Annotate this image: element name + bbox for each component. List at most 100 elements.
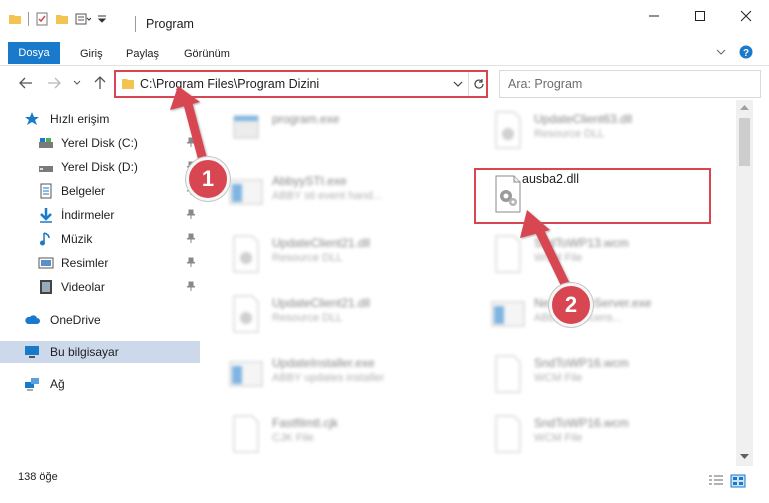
dll-icon [233, 235, 259, 273]
tab-file[interactable]: Dosya [8, 42, 60, 64]
file-type: Resource DLL [272, 312, 343, 324]
close-button[interactable] [723, 0, 769, 32]
sidebar-item-label: Bu bilgisayar [50, 345, 119, 359]
expand-ribbon-icon[interactable] [715, 46, 727, 58]
svg-text:?: ? [743, 48, 749, 59]
dll-icon [495, 111, 521, 149]
pin-icon[interactable] [186, 209, 196, 219]
list-item[interactable]: UpdateClient21.dll Resource DLL [212, 286, 462, 342]
drive-icon [39, 138, 53, 148]
file-name: AbbyySTI.exe [272, 174, 347, 188]
vertical-scrollbar[interactable] [736, 100, 753, 466]
sidebar-item-label: Resimler [61, 256, 109, 270]
scroll-down-icon[interactable] [740, 454, 749, 460]
new-folder-icon[interactable] [55, 12, 69, 26]
details-view-icon[interactable] [708, 474, 724, 488]
list-item[interactable]: AbbyySTI.exe ABBY sti event hand... [212, 164, 462, 220]
list-item[interactable]: UpdateClient21.dll Resource DLL [212, 226, 462, 282]
search-placeholder: Ara: Program [508, 77, 583, 91]
exe-icon [233, 115, 259, 139]
documents-icon [40, 183, 52, 199]
star-icon [25, 112, 39, 125]
sidebar-item-music[interactable]: Müzik [0, 228, 200, 250]
sidebar-item-documents[interactable]: Belgeler [0, 180, 200, 202]
step-callout-2: 2 [549, 283, 593, 327]
file-name: SndToWP16.wcm [534, 416, 629, 430]
file-icon [495, 355, 521, 393]
list-item[interactable]: UpdateClient63.dll Resource DLL [474, 102, 724, 158]
list-item[interactable]: Fastfilmtl.cjk CJK File [212, 406, 462, 462]
drive-icon [39, 166, 53, 172]
address-path[interactable]: C:\Program Files\Program Dizini [140, 77, 319, 91]
file-type: Resource DLL [534, 128, 605, 140]
status-bar: 138 öğe [0, 466, 769, 503]
forward-arrow-icon[interactable] [46, 75, 62, 91]
list-item[interactable]: UpdateInstaller.exe ABBY updates install… [212, 346, 462, 402]
list-item[interactable]: SndToWP16.wcm WCM File [474, 406, 724, 462]
navigation-bar: C:\Program Files\Program Dizini Ara: Pro… [0, 66, 769, 100]
file-type: WCM File [534, 432, 583, 444]
pin-icon[interactable] [186, 233, 196, 243]
title-divider [135, 16, 136, 32]
sidebar-item-label: İndirmeler [61, 208, 115, 222]
properties-icon[interactable] [35, 12, 49, 26]
sidebar-item-label: Yerel Disk (C:) [61, 136, 138, 150]
sidebar-item-network[interactable]: Ağ [0, 373, 200, 395]
pictures-icon [38, 257, 54, 269]
up-arrow-icon[interactable] [92, 75, 108, 91]
pin-icon[interactable] [186, 257, 196, 267]
quick-access-toolbar [8, 12, 107, 26]
tab-home[interactable]: Giriş [80, 48, 103, 60]
pin-icon[interactable] [186, 281, 196, 291]
sidebar-item-onedrive[interactable]: OneDrive [0, 309, 200, 331]
recent-locations-icon[interactable] [72, 78, 82, 88]
tab-view[interactable]: Görünüm [184, 48, 230, 60]
chevron-down-icon[interactable] [452, 78, 464, 90]
file-icon [495, 235, 521, 273]
sidebar-item-drive-d[interactable]: Yerel Disk (D:) [0, 156, 200, 178]
customize-toolbar-icon[interactable] [97, 14, 107, 24]
folder-icon[interactable] [8, 12, 22, 26]
sidebar-item-label: OneDrive [50, 313, 101, 327]
file-name: UpdateClient21.dll [272, 296, 371, 310]
minimize-icon [649, 15, 659, 17]
scrollbar-thumb[interactable] [739, 118, 750, 166]
file-type: CJK File [272, 432, 314, 444]
file-icon [495, 415, 521, 453]
tab-share[interactable]: Paylaş [126, 48, 159, 60]
view-options-icon[interactable] [75, 12, 91, 26]
pin-icon[interactable] [186, 137, 196, 147]
sidebar-item-pictures[interactable]: Resimler [0, 252, 200, 274]
file-icon [233, 415, 259, 453]
videos-icon [40, 280, 52, 294]
file-name: SndToWP13.wcm [534, 236, 629, 250]
sidebar-item-quick-access[interactable]: Hızlı erişim [0, 108, 200, 130]
list-item[interactable]: SndToWP13.wcm WCM File [474, 226, 724, 282]
list-item[interactable]: program.exe [212, 102, 462, 158]
search-box[interactable]: Ara: Program [499, 70, 761, 98]
file-name: UpdateClient21.dll [272, 236, 371, 250]
item-count: 138 öğe [18, 471, 58, 483]
network-icon [25, 378, 39, 391]
file-name: UpdateClient63.dll [534, 112, 633, 126]
address-bar[interactable]: C:\Program Files\Program Dizini [114, 70, 488, 98]
back-arrow-icon[interactable] [18, 75, 34, 91]
sidebar-item-this-pc[interactable]: Bu bilgisayar [0, 341, 200, 363]
refresh-button[interactable] [468, 72, 488, 96]
file-name: SndToWP16.wcm [534, 356, 629, 370]
list-item[interactable]: NetLicenseServer.exe ABBY net licens... [474, 286, 724, 342]
sidebar-item-videos[interactable]: Videolar [0, 276, 200, 298]
file-type: Resource DLL [272, 252, 343, 264]
large-icons-view-icon[interactable] [730, 474, 746, 488]
help-icon[interactable]: ? [739, 45, 753, 59]
computer-icon [25, 346, 39, 358]
maximize-button[interactable] [677, 0, 723, 32]
list-item[interactable]: SndToWP16.wcm WCM File [474, 346, 724, 402]
close-icon [740, 10, 752, 22]
dll-icon [233, 295, 259, 333]
sidebar-item-drive-c[interactable]: Yerel Disk (C:) [0, 132, 200, 154]
minimize-button[interactable] [631, 0, 677, 32]
exe-icon [229, 361, 263, 387]
scroll-up-icon[interactable] [740, 104, 749, 110]
sidebar-item-downloads[interactable]: İndirmeler [0, 204, 200, 226]
